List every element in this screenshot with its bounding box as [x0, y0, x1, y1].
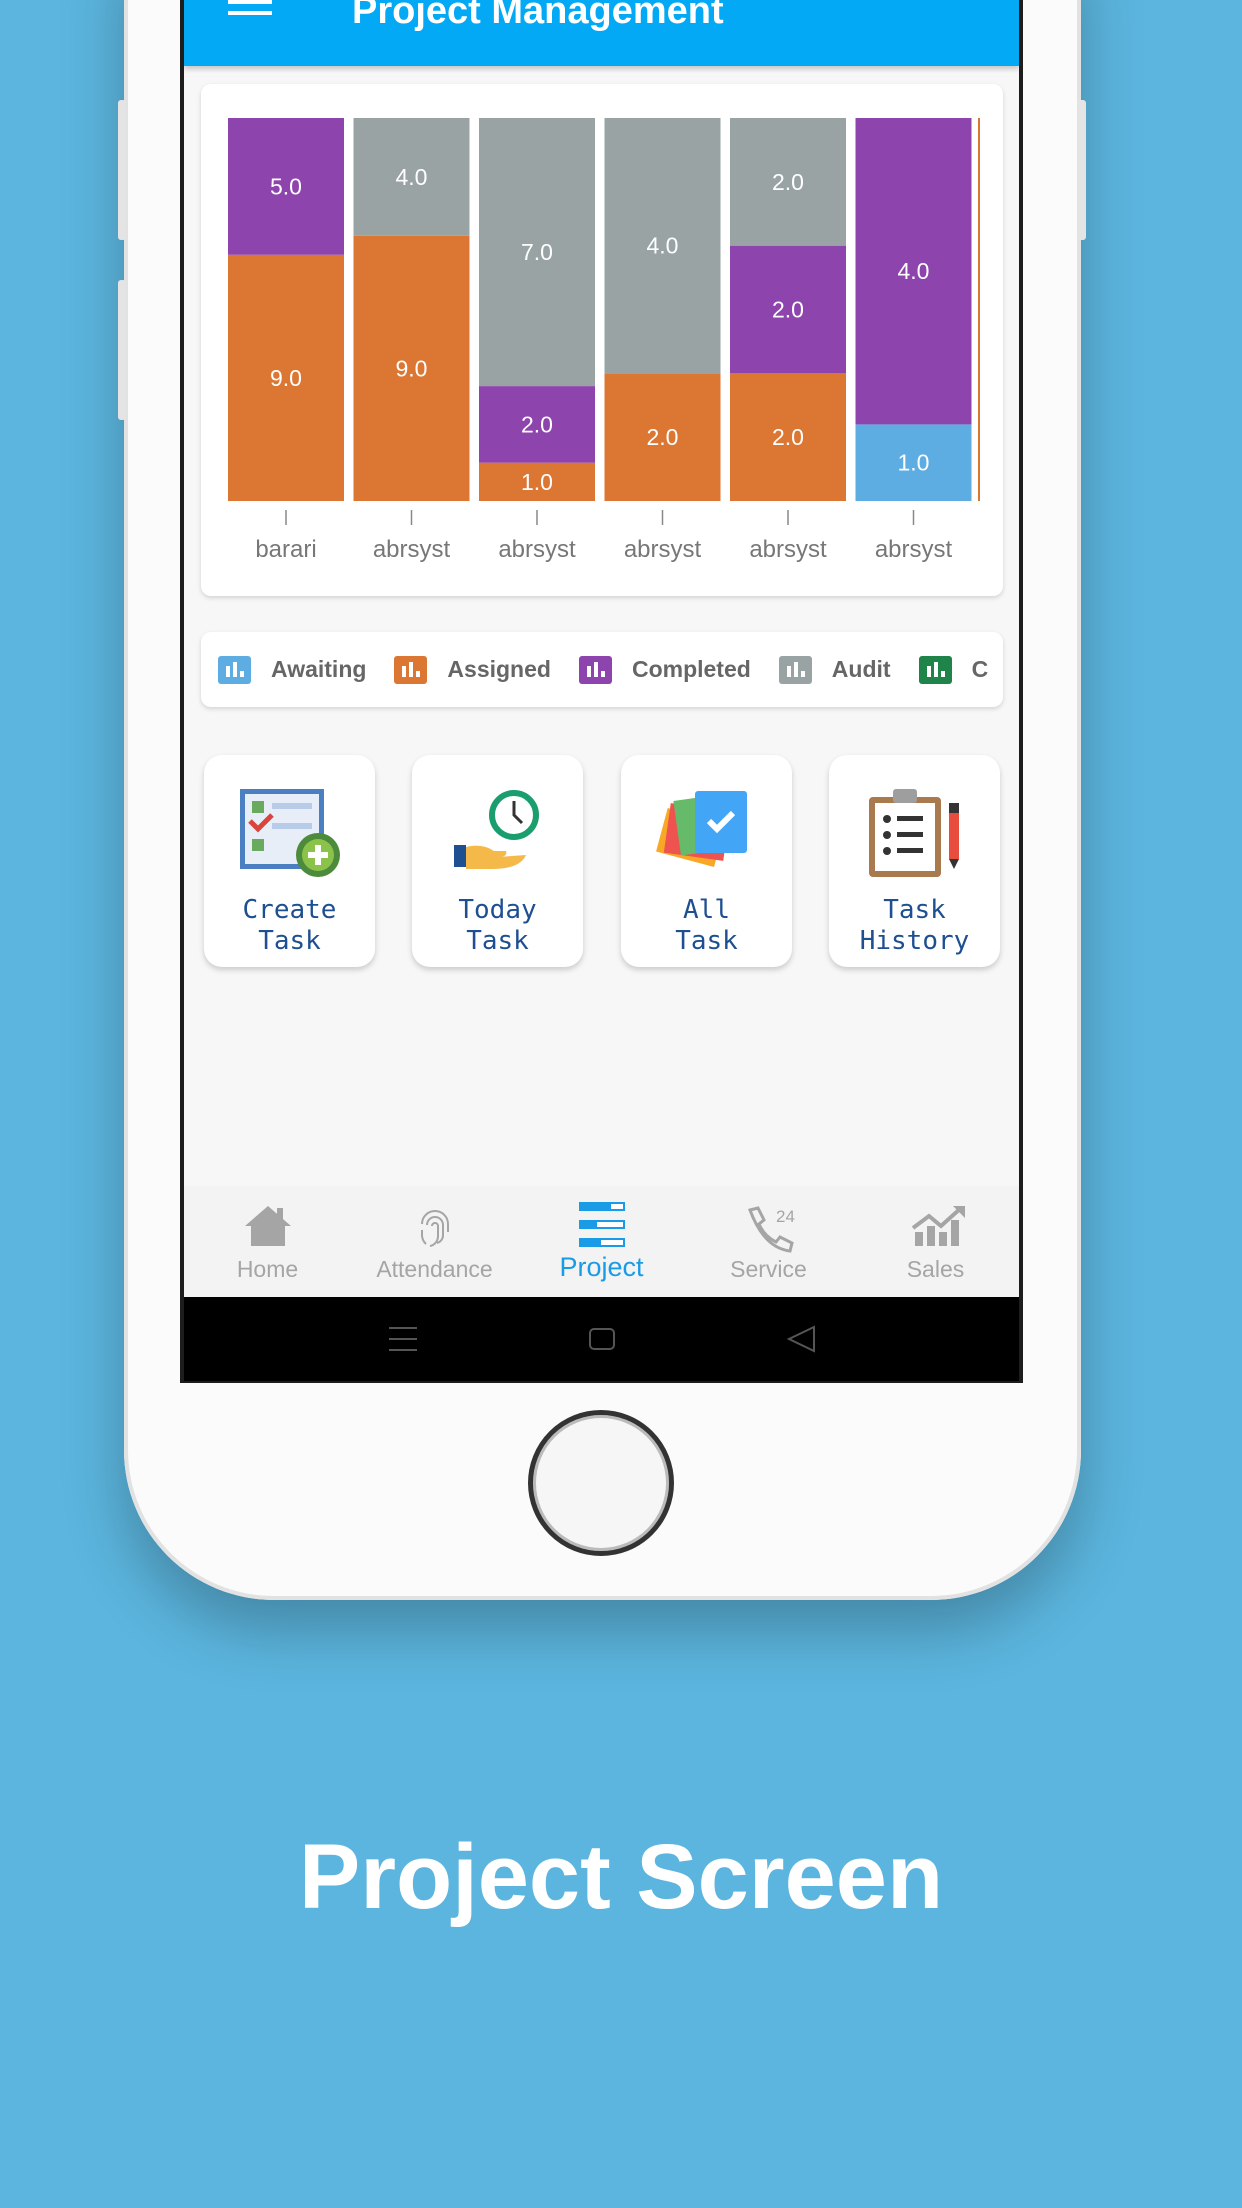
bar-chart-icon [578, 655, 612, 684]
legend-item-audit[interactable]: Audit [778, 655, 891, 684]
page-title: Project Management [352, 0, 724, 32]
bar-chart-icon [394, 655, 428, 684]
legend-label: Assigned [447, 656, 551, 682]
stacked-bar-chart: 9.0 5.0 barari 9.0 4.0 abrsyst 1.0 2.0 7.0 abrsys… [228, 118, 980, 563]
data-label: 2.0 [521, 411, 553, 437]
x-tick-label: barari [255, 536, 316, 563]
bar-chart-icon [778, 655, 812, 684]
data-label: 4.0 [396, 164, 428, 190]
bar-chart-icon [218, 655, 251, 684]
data-label: 2.0 [772, 169, 804, 195]
tile-label: Create Task [242, 895, 337, 956]
data-label: 1.0 [898, 450, 930, 476]
legend-item-assigned[interactable]: Assigned [394, 655, 551, 684]
chart-card: 9.0 5.0 barari 9.0 4.0 abrsyst 1.0 2.0 7.0 abrsys… [201, 84, 1003, 596]
legend-item-c[interactable]: C [918, 655, 989, 684]
hamburger-menu-icon[interactable] [228, 0, 272, 26]
svg-text:24: 24 [776, 1207, 795, 1226]
data-label: 9.0 [396, 355, 428, 381]
volume-button [118, 100, 126, 240]
data-label: 2.0 [647, 424, 679, 450]
project-icon [579, 1202, 625, 1247]
legend-label: Audit [831, 656, 891, 682]
data-label: 9.0 [270, 365, 302, 391]
data-label: 4.0 [898, 258, 930, 284]
tab-home[interactable]: Home [184, 1186, 351, 1297]
bar-chart-icon [918, 655, 952, 684]
system-nav-bar [184, 1297, 1019, 1381]
tile-all-task[interactable]: All Task [621, 755, 792, 967]
tile-label: Today Task [458, 895, 537, 956]
legend-label: Completed [631, 656, 751, 682]
tab-project[interactable]: Project [518, 1186, 685, 1297]
x-tick-label: abrsyst [749, 536, 827, 563]
promo-caption: Project Screen [298, 1826, 944, 1928]
home-nav-button[interactable] [589, 1328, 615, 1350]
phone-24-icon: 24 [748, 1206, 795, 1253]
x-tick-label: abrsyst [373, 536, 451, 563]
chart-legend: Awaiting Assigned Completed Audit C [201, 632, 1003, 707]
legend-label: C [971, 656, 989, 682]
tile-label: Task History [859, 895, 970, 956]
fingerprint-icon [421, 1210, 449, 1247]
x-tick-label: abrsyst [875, 536, 953, 563]
app-screen: Project Management 9.0 5.0 barari 9.0 4.0 abr… [184, 0, 1019, 1297]
tile-task-history[interactable]: Task History [829, 755, 1000, 967]
tab-service[interactable]: 24 Service [685, 1186, 852, 1297]
legend-label: Awaiting [271, 656, 367, 682]
back-button[interactable] [786, 1325, 815, 1353]
tab-attendance[interactable]: Attendance [351, 1186, 518, 1297]
data-label: 4.0 [647, 233, 679, 259]
sales-chart-icon [911, 1206, 965, 1246]
x-tick-label: abrsyst [624, 536, 702, 563]
data-label: 2.0 [772, 424, 804, 450]
tile-create-task[interactable]: Create Task [204, 755, 375, 967]
legend-item-completed[interactable]: Completed [578, 655, 751, 684]
tile-label: All Task [675, 895, 738, 956]
top-app-bar: Project Management [184, 0, 1019, 66]
x-tick-label: abrsyst [498, 536, 576, 563]
home-icon [245, 1206, 291, 1246]
tab-sales[interactable]: Sales [852, 1186, 1019, 1297]
recents-button[interactable] [389, 1327, 417, 1351]
next-bar-edge [978, 118, 980, 501]
phone-home-button [528, 1410, 674, 1556]
bottom-tab-bar: Home Attendance Project 24 Service Sales [184, 1186, 1019, 1297]
tile-today-task[interactable]: Today Task [412, 755, 583, 967]
data-label: 7.0 [521, 239, 553, 265]
data-label: 2.0 [772, 297, 804, 323]
data-label: 1.0 [521, 469, 553, 495]
power-button [1078, 100, 1086, 240]
legend-item-awaiting[interactable]: Awaiting [218, 655, 367, 684]
volume-button [118, 280, 126, 420]
data-label: 5.0 [270, 173, 302, 199]
